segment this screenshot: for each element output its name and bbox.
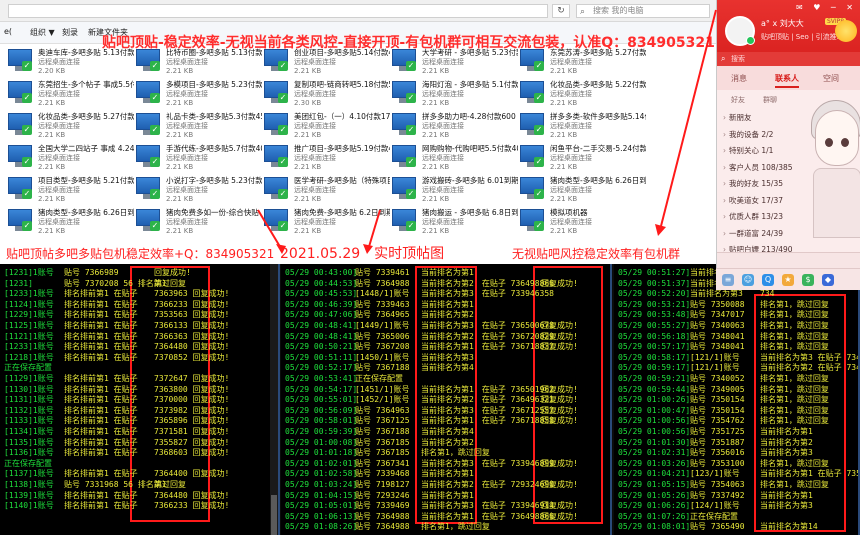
- arrow-line-right: [659, 9, 717, 231]
- arrow-line-left: [257, 209, 283, 251]
- annotation-arrows: [257, 9, 717, 254]
- arrow-line-mid: [367, 209, 381, 251]
- desktop-screenshot: ↻ ⌕ 搜索 我的电脑 e( 组织 ▼ 刻录 新建文件夹 ✓ 奥迪车库-多吧多贴 …: [0, 0, 860, 535]
- arrow-head-left: [276, 244, 286, 254]
- arrow-head-mid: [363, 244, 373, 254]
- arrow-head-right: [655, 224, 666, 236]
